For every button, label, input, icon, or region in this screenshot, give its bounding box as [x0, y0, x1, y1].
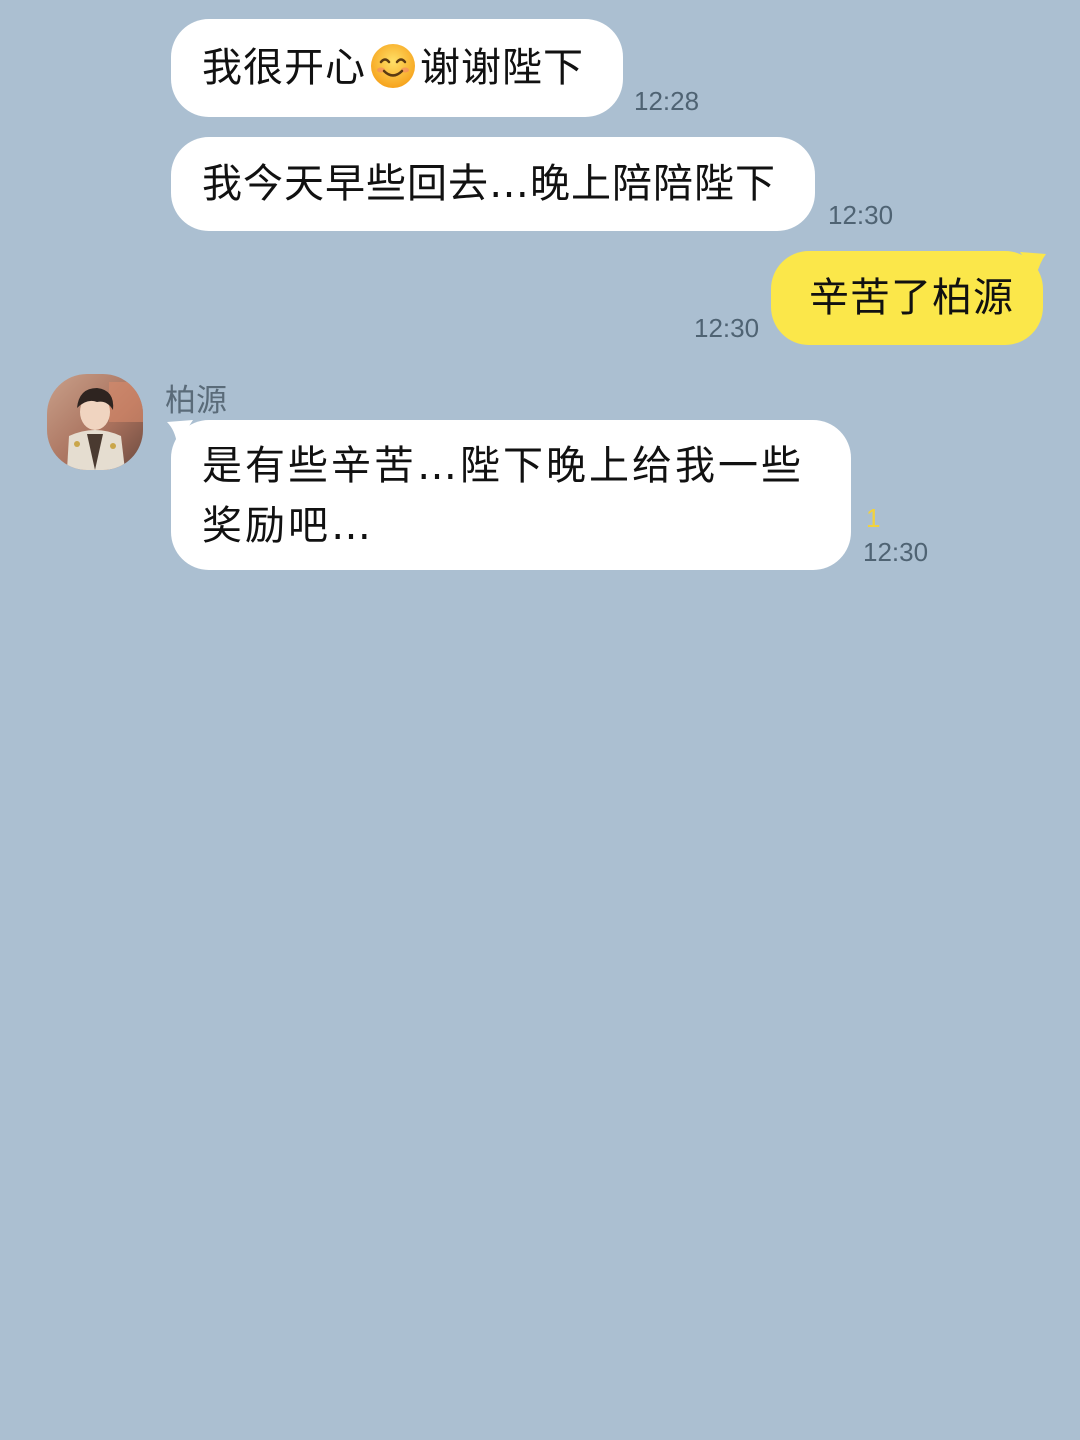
- message-bubble-2[interactable]: 我今天早些回去…晚上陪陪陛下: [171, 137, 815, 231]
- message-text-1a: 我很开心: [202, 45, 366, 91]
- sender-name: 柏源: [165, 383, 227, 419]
- unread-count: 1: [866, 503, 881, 533]
- message-text-4-line1: 是有些辛苦…陛下晚上给我一些: [202, 443, 804, 489]
- message-time-1: 12:28: [634, 86, 700, 116]
- message-bubble-3[interactable]: 辛苦了柏源: [771, 251, 1043, 345]
- message-text-1b: 谢谢陛下: [420, 45, 584, 91]
- message-time-2: 12:30: [828, 200, 894, 230]
- message-bubble-1[interactable]: 我很开心 谢谢陛下: [171, 19, 623, 117]
- message-text-4-line2: 奖励吧…: [202, 503, 374, 549]
- bubble-tail-mine: [1020, 252, 1046, 276]
- contact-avatar[interactable]: [47, 374, 143, 470]
- message-bubble-4[interactable]: 是有些辛苦…陛下晚上给我一些 奖励吧…: [171, 420, 851, 570]
- message-text-2: 我今天早些回去…晚上陪陪陛下: [202, 161, 776, 207]
- smiling-face-emoji-icon: [371, 44, 415, 88]
- message-time-3: 12:30: [694, 313, 760, 343]
- message-time-4: 12:30: [863, 537, 929, 567]
- message-text-3: 辛苦了柏源: [809, 275, 1014, 321]
